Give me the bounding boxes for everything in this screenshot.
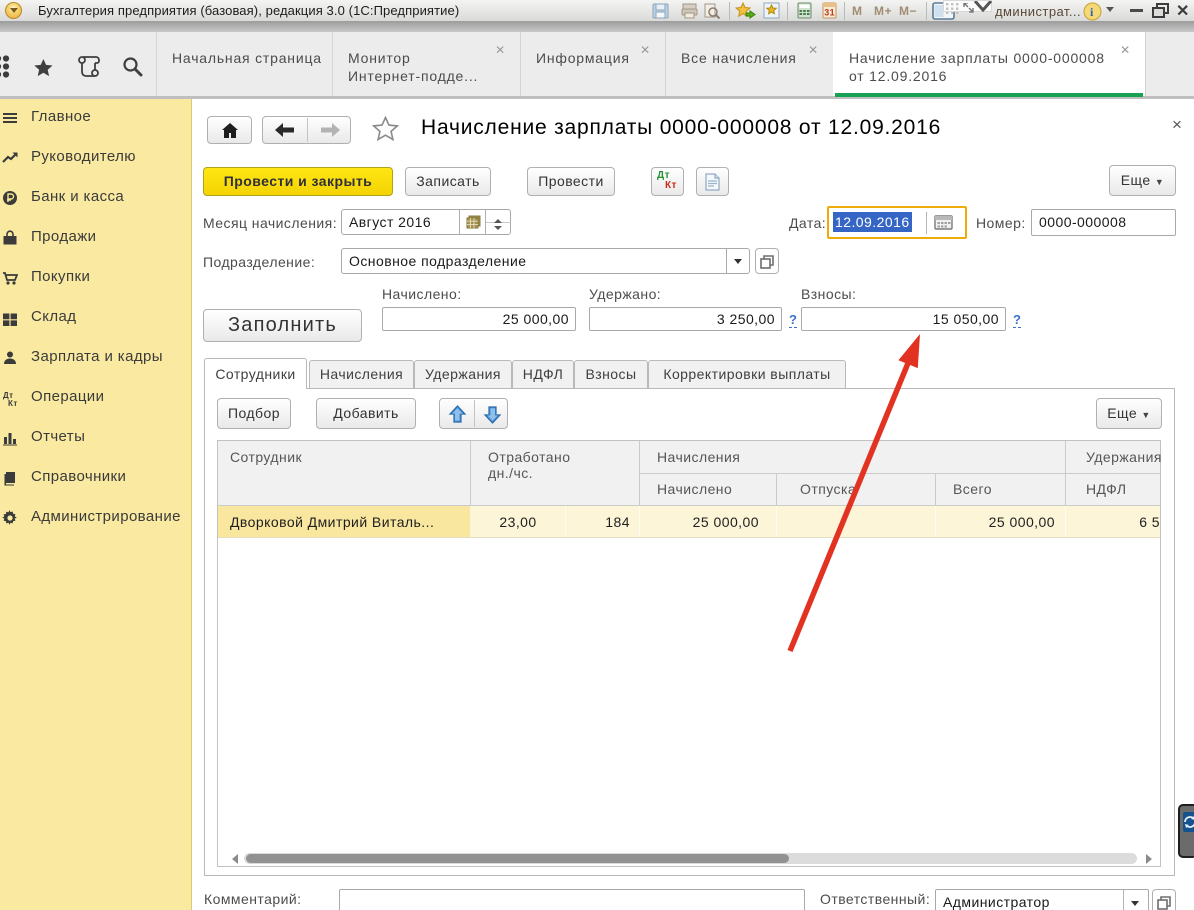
svg-text:31: 31 bbox=[824, 8, 835, 18]
svg-text:Кт: Кт bbox=[8, 399, 18, 407]
svg-text:i: i bbox=[1090, 5, 1094, 19]
